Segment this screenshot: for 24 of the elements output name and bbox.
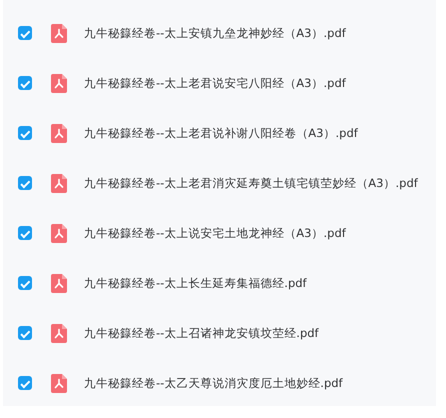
file-name: 九牛秘籙经卷--太乙天尊说消灾度厄土地妙经.pdf [84,376,343,390]
file-name: 九牛秘籙经卷--太上老君消灾延寿奠土镇宅镇茔妙经（A3）.pdf [84,176,418,190]
checkbox[interactable] [18,176,32,190]
pdf-file-icon [51,24,67,42]
checkbox[interactable] [18,276,32,290]
checkbox[interactable] [18,126,32,140]
pdf-file-icon [51,174,67,192]
file-name: 九牛秘籙经卷--太上长生延寿集福德经.pdf [84,276,307,290]
file-name: 九牛秘籙经卷--太上说安宅土地龙神经（A3）.pdf [84,226,346,240]
pdf-file-icon [51,124,67,142]
pdf-file-icon [51,224,67,242]
file-name: 九牛秘籙经卷--太上老君说安宅八阳经（A3）.pdf [84,76,346,90]
checkbox[interactable] [18,76,32,90]
pdf-file-icon [51,324,67,342]
pdf-file-icon [51,374,67,392]
checkbox[interactable] [18,376,32,390]
file-name: 九牛秘籙经卷--太上安镇九垒龙神妙经（A3）.pdf [84,26,346,40]
pdf-file-icon [51,274,67,292]
file-name: 九牛秘籙经卷--太上召诸神龙安镇坟茔经.pdf [84,326,319,340]
checkbox[interactable] [18,26,32,40]
checkbox[interactable] [18,326,32,340]
pdf-file-icon [51,74,67,92]
checkbox[interactable] [18,226,32,240]
file-name: 九牛秘籙经卷--太上老君说补谢八阳经卷（A3）.pdf [84,126,358,140]
